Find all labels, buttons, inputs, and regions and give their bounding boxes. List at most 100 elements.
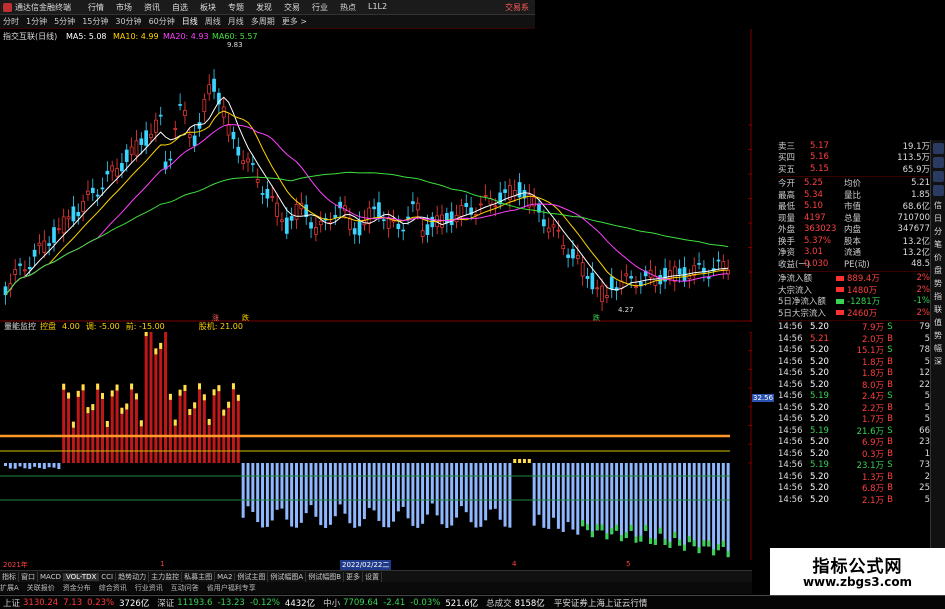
tick-row[interactable]: 14:56 5.20 15.1万 S 78: [778, 345, 930, 356]
indicator-tab-13[interactable]: 设置: [363, 571, 383, 582]
indicator-tab-11[interactable]: 例试幅图B: [306, 571, 345, 582]
candle-body: [81, 200, 85, 212]
indicator-tab-3[interactable]: VOL-TDX: [63, 572, 100, 581]
menu-item-1[interactable]: 市场: [116, 2, 144, 13]
tick-row[interactable]: 14:56 5.20 0.3万 B 1: [778, 448, 930, 460]
feature-2[interactable]: 资金分布: [63, 583, 91, 593]
side-tab-2[interactable]: 分: [931, 225, 945, 238]
tick-price: 5.21: [810, 333, 829, 344]
menu-item-4[interactable]: 板块: [200, 2, 228, 13]
indicator-tab-4[interactable]: CCI: [99, 572, 117, 581]
period-9[interactable]: 多周期: [251, 16, 275, 27]
stat-value-2: 5.21: [911, 178, 930, 189]
date-highlight: 2022/02/22二: [340, 560, 392, 570]
sz-label[interactable]: 深证: [157, 597, 174, 609]
indicator-tab-12[interactable]: 更多: [344, 571, 364, 582]
period-4[interactable]: 30分钟: [115, 16, 141, 27]
side-tab-0[interactable]: 信: [931, 199, 945, 212]
orderbook-volume: 65.9万: [902, 164, 930, 175]
side-tool-icon[interactable]: [933, 143, 944, 154]
feature-4[interactable]: 行业资讯: [135, 583, 163, 593]
indicator-tab-6[interactable]: 主力监控: [149, 571, 183, 582]
period-3[interactable]: 15分钟: [82, 16, 108, 27]
tick-list[interactable]: 14:56 5.20 7.9万 S 79 14:56 5.21 2.0万 B 5 14:56 5.20…: [778, 322, 930, 506]
side-tool-icon[interactable]: [933, 171, 944, 182]
tick-flag: S: [887, 345, 893, 356]
tick-row[interactable]: 14:56 5.20 1.8万 B 5: [778, 356, 930, 368]
side-tab-1[interactable]: 日: [931, 212, 945, 225]
indicator-tab-5[interactable]: 趋势动力: [116, 571, 150, 582]
side-tool-icon[interactable]: [933, 157, 944, 168]
volume-bar-down: [624, 463, 628, 539]
menu-item-5[interactable]: 专题: [228, 2, 256, 13]
candle-body: [348, 218, 352, 230]
indicator-tab-2[interactable]: MACD: [38, 572, 64, 581]
side-tool-icon[interactable]: [933, 185, 944, 196]
side-tab-3[interactable]: 笔: [931, 238, 945, 251]
tick-row[interactable]: 14:56 5.20 6.8万 B 25: [778, 483, 930, 494]
menu-item-8[interactable]: 行业: [312, 2, 340, 13]
tick-row[interactable]: 14:56 5.19 21.6万 S 66: [778, 425, 930, 437]
tick-row[interactable]: 14:56 5.20 7.9万 S 79: [778, 322, 930, 333]
tick-row[interactable]: 14:56 5.19 23.1万 S 73: [778, 460, 930, 471]
side-tab-9[interactable]: 值: [931, 316, 945, 329]
menu-item-6[interactable]: 发现: [256, 2, 284, 13]
period-7[interactable]: 周线: [205, 16, 221, 27]
indicator-tab-8[interactable]: MA2: [215, 572, 236, 581]
period-10[interactable]: 更多 >: [282, 16, 307, 27]
period-8[interactable]: 月线: [228, 16, 244, 27]
side-tab-6[interactable]: 势: [931, 277, 945, 290]
candle-body: [517, 182, 522, 198]
side-tab-4[interactable]: 价: [931, 251, 945, 264]
indicator-tab-7[interactable]: 私募主图: [182, 571, 216, 582]
menu-item-7[interactable]: 交易: [284, 2, 312, 13]
feature-0[interactable]: 扩展A: [0, 583, 19, 593]
indicator-tab-0[interactable]: 指标: [0, 571, 19, 582]
feature-5[interactable]: 互动问答: [171, 583, 199, 593]
period-2[interactable]: 5分钟: [54, 16, 75, 27]
menu-item-2[interactable]: 资讯: [144, 2, 172, 13]
feature-3[interactable]: 综合资讯: [99, 583, 127, 593]
side-tab-10[interactable]: 势: [931, 329, 945, 342]
tick-row[interactable]: 14:56 5.21 2.0万 B 5: [778, 333, 930, 345]
news-ticker[interactable]: 平安证券上海上证云行情: [554, 597, 648, 609]
tick-row[interactable]: 14:56 5.20 6.9万 B 23: [778, 437, 930, 448]
tick-row[interactable]: 14:56 5.20 1.7万 B 5: [778, 414, 930, 425]
menu-item-10[interactable]: L1L2: [368, 2, 396, 13]
sh-label[interactable]: 上证: [3, 597, 20, 609]
zx-label[interactable]: 中小: [323, 597, 340, 609]
side-tab-7[interactable]: 指: [931, 290, 945, 303]
tick-row[interactable]: 14:56 5.20 2.1万 B 5: [778, 494, 930, 506]
menu-item-0[interactable]: 行情: [88, 2, 116, 13]
stat-label-2: 市值: [844, 202, 862, 213]
menu-item-3[interactable]: 自选: [172, 2, 200, 13]
menu-item-9[interactable]: 热点: [340, 2, 368, 13]
period-5[interactable]: 60分钟: [149, 16, 175, 27]
tick-time: 14:56: [778, 494, 803, 505]
side-tab-5[interactable]: 盘: [931, 264, 945, 277]
trade-mode-label[interactable]: 交易系: [505, 2, 529, 13]
tick-row[interactable]: 14:56 5.19 2.4万 S 5: [778, 391, 930, 402]
tick-row[interactable]: 14:56 5.20 8.0万 B 22: [778, 379, 930, 391]
side-tab-12[interactable]: 深: [931, 355, 945, 368]
side-tab-8[interactable]: 联: [931, 303, 945, 316]
kline-chart[interactable]: 指交互联(日线) MA5: 5.08 MA10: 4.99 MA20: 4.93…: [0, 29, 752, 322]
candle-body: [352, 228, 357, 235]
feature-6[interactable]: 省用户福利专享: [207, 583, 256, 593]
period-6[interactable]: 日线: [182, 16, 198, 27]
indicator-tab-1[interactable]: 窗口: [19, 571, 38, 582]
tick-row[interactable]: 14:56 5.20 1.3万 B 2: [778, 471, 930, 483]
volume-monitor-chart[interactable]: 50.0040.0030.0020.0010.000.00-10.00-20.0…: [0, 332, 752, 560]
period-0[interactable]: 分时: [3, 16, 19, 27]
candle-body: [246, 158, 250, 163]
side-tab-11[interactable]: 幅: [931, 342, 945, 355]
tick-volume: 0.3万: [861, 449, 884, 460]
tick-row[interactable]: 14:56 5.20 2.2万 B 5: [778, 402, 930, 414]
period-1[interactable]: 1分钟: [26, 16, 47, 27]
indicator-tab-10[interactable]: 例试幅图A: [268, 571, 307, 582]
feature-1[interactable]: 关联报价: [27, 583, 55, 593]
tick-row[interactable]: 14:56 5.20 1.8万 B 12: [778, 368, 930, 379]
tick-time: 14:56: [778, 448, 803, 459]
volume-bar-down: [532, 463, 536, 526]
indicator-tab-9[interactable]: 例试主图: [235, 571, 269, 582]
